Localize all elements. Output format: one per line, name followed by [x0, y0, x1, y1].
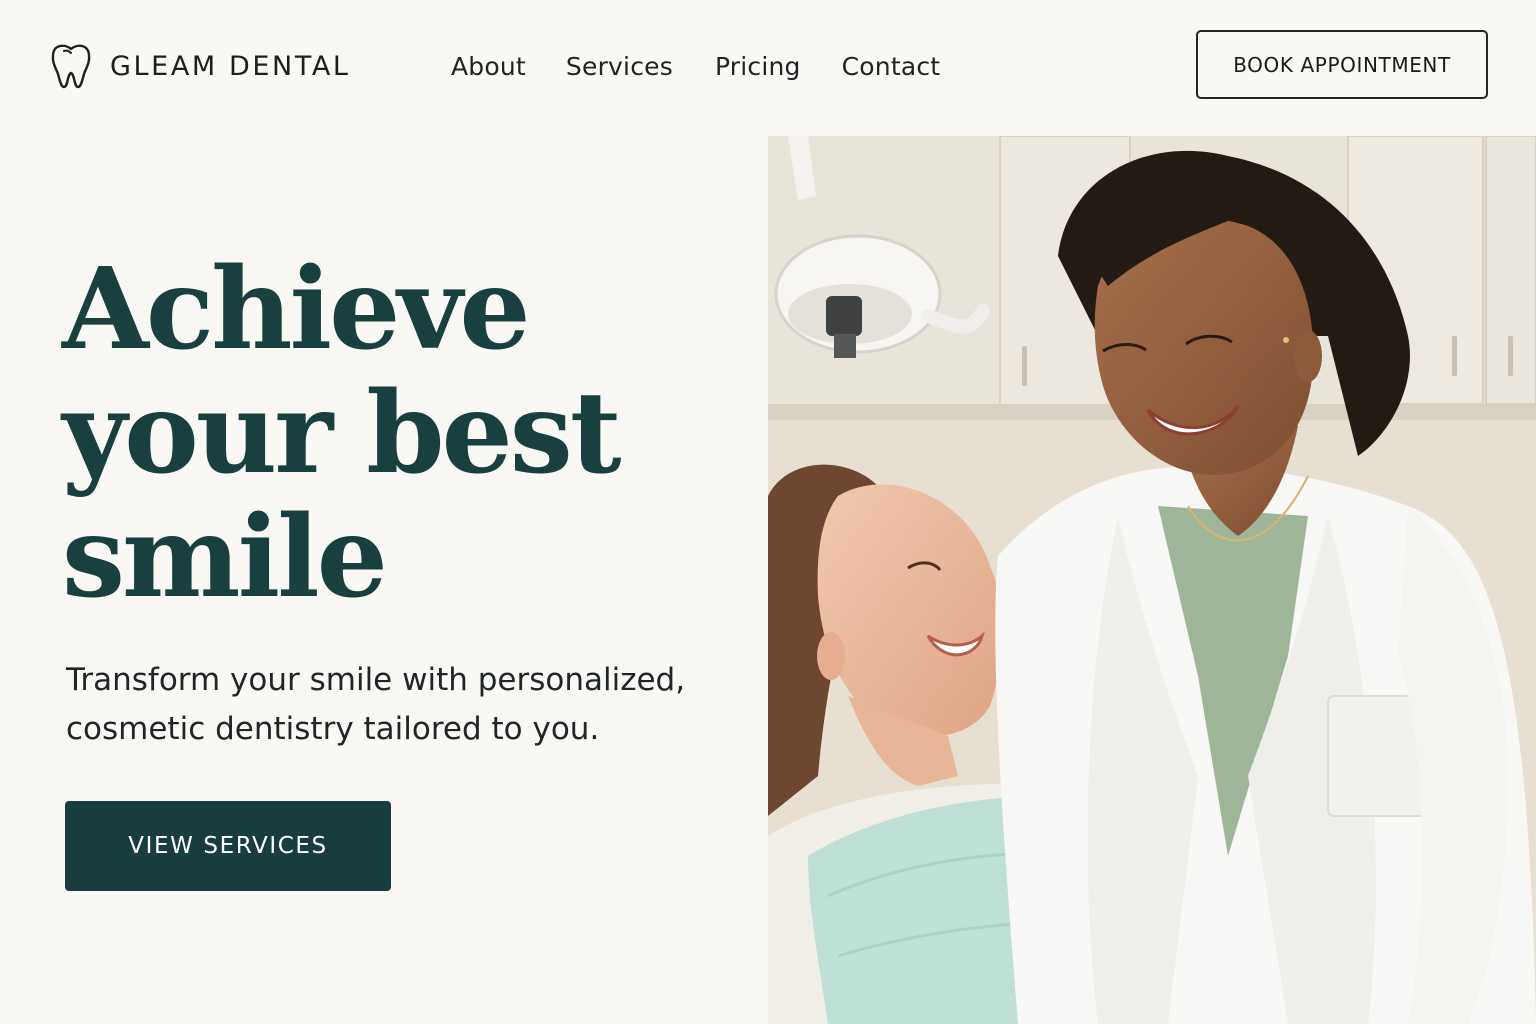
hero-title: Achieve your best smile: [62, 248, 722, 620]
hero-subtitle-line: cosmetic dentistry tailored to you.: [66, 711, 600, 747]
tooth-icon: [51, 44, 91, 89]
main-nav: About Services Pricing Contact: [451, 48, 940, 84]
nav-link-pricing[interactable]: Pricing: [715, 52, 801, 81]
hero-image: [768, 136, 1536, 1024]
nav-link-contact[interactable]: Contact: [842, 52, 941, 81]
hero-title-line: your best: [62, 368, 622, 499]
hero-subtitle: Transform your smile with personalized, …: [66, 656, 756, 754]
hero-subtitle-line: Transform your smile with personalized,: [66, 662, 686, 698]
dentist-patient-illustration: [768, 136, 1536, 1024]
hero-title-line: Achieve: [62, 244, 531, 375]
view-services-button[interactable]: VIEW SERVICES: [65, 801, 391, 891]
brand-name: GLEAM DENTAL: [110, 50, 351, 82]
book-appointment-button[interactable]: BOOK APPOINTMENT: [1196, 30, 1488, 99]
nav-link-services[interactable]: Services: [566, 52, 673, 81]
hero-title-line: smile: [62, 492, 388, 623]
brand-logo-link[interactable]: GLEAM DENTAL: [50, 42, 351, 90]
site-header: GLEAM DENTAL About Services Pricing Cont…: [0, 0, 1536, 132]
nav-link-about[interactable]: About: [451, 52, 526, 81]
